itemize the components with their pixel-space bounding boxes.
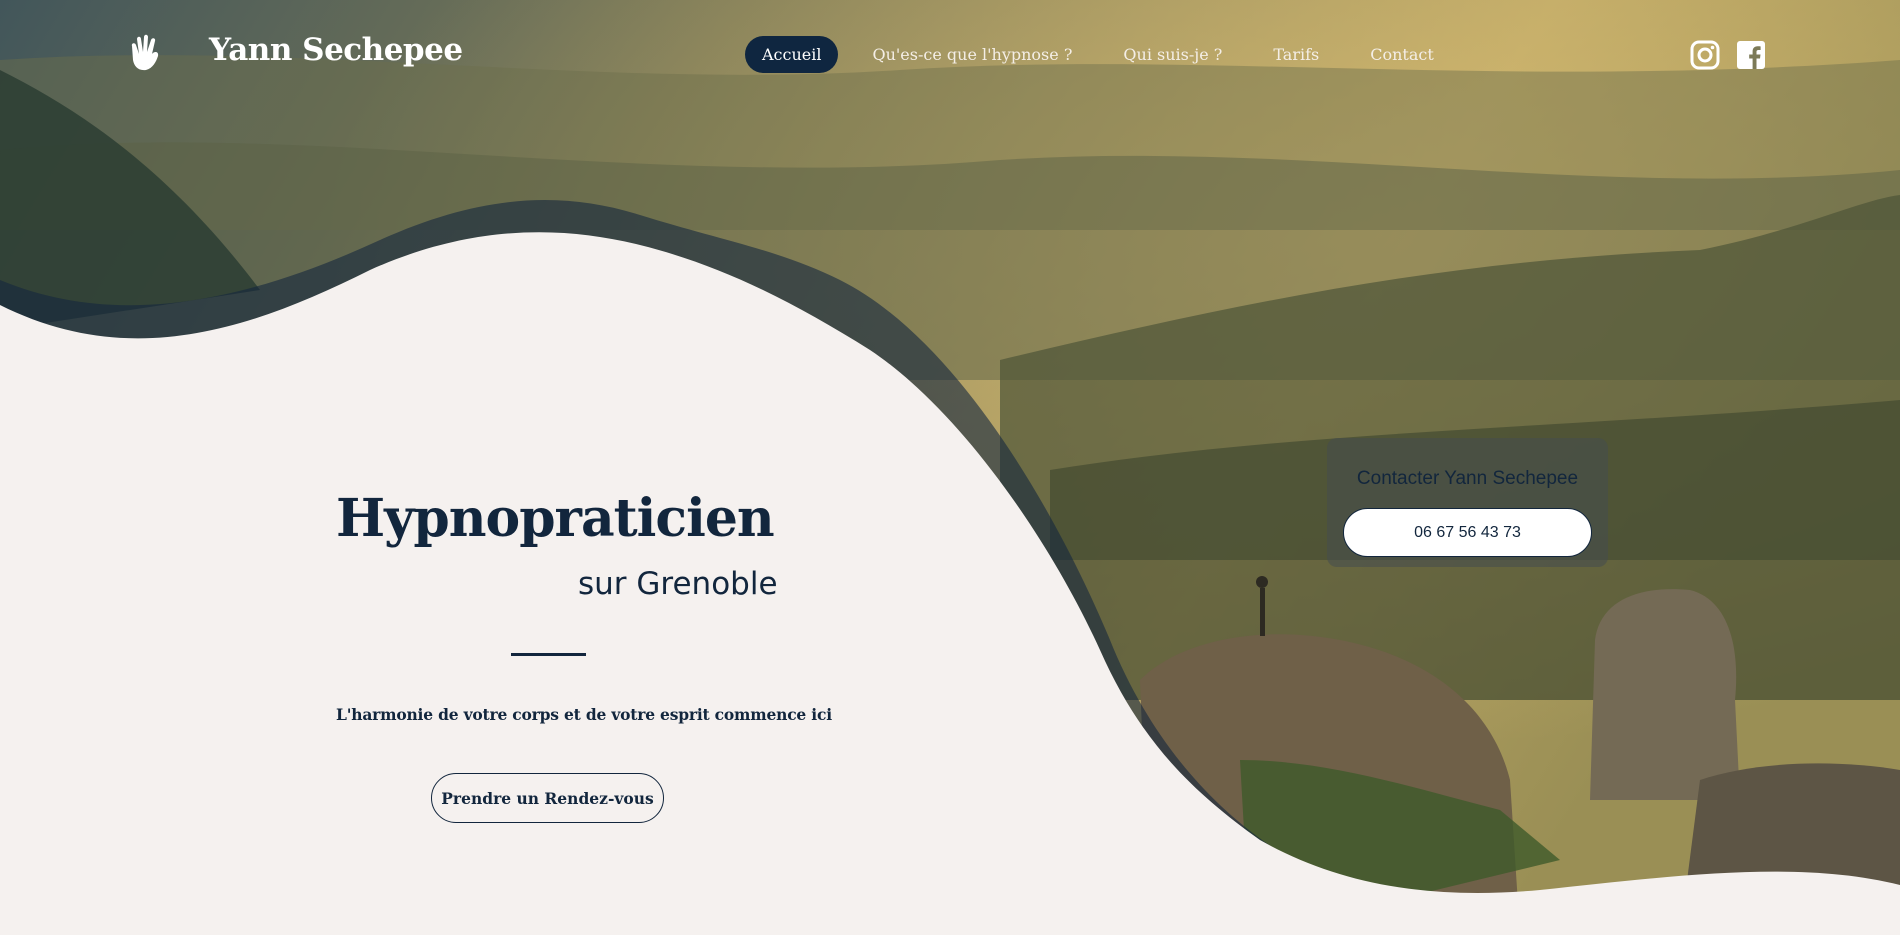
hero-tagline: L'harmonie de votre corps et de votre es… [336, 705, 832, 724]
hero-background-image [0, 0, 1900, 935]
main-nav: Accueil Qu'es-ce que l'hypnose ? Qui sui… [745, 36, 1468, 73]
hero-subtitle: sur Grenoble [578, 566, 778, 602]
nav-item-accueil[interactable]: Accueil [745, 36, 839, 73]
site-brand-name[interactable]: Yann Sechepee [209, 32, 463, 68]
contact-card-title: Contacter Yann Sechepee [1356, 468, 1579, 489]
hero-divider [511, 653, 586, 656]
instagram-icon[interactable] [1690, 40, 1720, 70]
nav-item-tarifs[interactable]: Tarifs [1256, 36, 1336, 73]
site-header: Yann Sechepee Accueil Qu'es-ce que l'hyp… [0, 0, 1900, 110]
book-appointment-button[interactable]: Prendre un Rendez-vous [431, 773, 664, 823]
nav-item-qui-suis-je[interactable]: Qui suis-je ? [1106, 36, 1239, 73]
nav-item-contact[interactable]: Contact [1353, 36, 1451, 73]
contact-card: Contacter Yann Sechepee 06 67 56 43 73 [1327, 438, 1608, 567]
hand-logo-icon[interactable] [126, 34, 162, 72]
social-links [1690, 40, 1766, 70]
nav-item-hypnose[interactable]: Qu'es-ce que l'hypnose ? [855, 36, 1089, 73]
facebook-icon[interactable] [1736, 40, 1766, 70]
phone-button[interactable]: 06 67 56 43 73 [1343, 508, 1592, 557]
hero-title: Hypnopraticien [336, 488, 775, 549]
